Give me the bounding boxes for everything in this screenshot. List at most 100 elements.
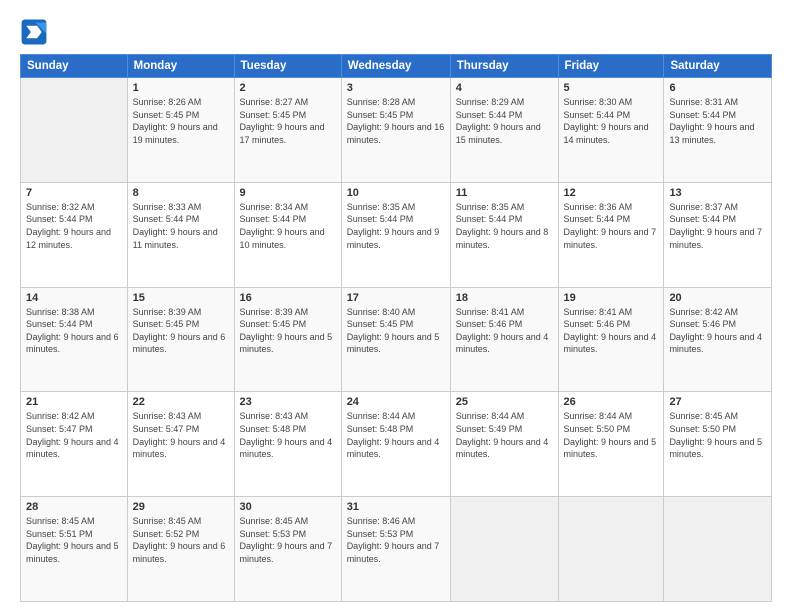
cell-date: 18 [456,292,553,304]
calendar-cell: 1 Sunrise: 8:26 AMSunset: 5:45 PMDayligh… [127,78,234,183]
calendar-cell: 14 Sunrise: 8:38 AMSunset: 5:44 PMDaylig… [21,287,128,392]
cell-info: Sunrise: 8:29 AMSunset: 5:44 PMDaylight:… [456,96,553,146]
page-header [20,18,772,46]
calendar-cell: 22 Sunrise: 8:43 AMSunset: 5:47 PMDaylig… [127,392,234,497]
cell-date: 10 [347,187,445,199]
logo-icon [20,18,48,46]
calendar-cell: 20 Sunrise: 8:42 AMSunset: 5:46 PMDaylig… [664,287,772,392]
weekday-header-sunday: Sunday [21,55,128,78]
cell-info: Sunrise: 8:45 AMSunset: 5:52 PMDaylight:… [133,515,229,565]
cell-info: Sunrise: 8:44 AMSunset: 5:48 PMDaylight:… [347,410,445,460]
calendar-cell: 23 Sunrise: 8:43 AMSunset: 5:48 PMDaylig… [234,392,341,497]
calendar-week-2: 7 Sunrise: 8:32 AMSunset: 5:44 PMDayligh… [21,182,772,287]
calendar-cell: 15 Sunrise: 8:39 AMSunset: 5:45 PMDaylig… [127,287,234,392]
cell-info: Sunrise: 8:46 AMSunset: 5:53 PMDaylight:… [347,515,445,565]
cell-date: 5 [564,82,659,94]
cell-info: Sunrise: 8:45 AMSunset: 5:51 PMDaylight:… [26,515,122,565]
calendar-cell: 25 Sunrise: 8:44 AMSunset: 5:49 PMDaylig… [450,392,558,497]
cell-info: Sunrise: 8:43 AMSunset: 5:48 PMDaylight:… [240,410,336,460]
cell-date: 22 [133,396,229,408]
calendar-cell: 4 Sunrise: 8:29 AMSunset: 5:44 PMDayligh… [450,78,558,183]
cell-info: Sunrise: 8:44 AMSunset: 5:49 PMDaylight:… [456,410,553,460]
cell-date: 2 [240,82,336,94]
cell-info: Sunrise: 8:43 AMSunset: 5:47 PMDaylight:… [133,410,229,460]
weekday-header-tuesday: Tuesday [234,55,341,78]
calendar-cell: 7 Sunrise: 8:32 AMSunset: 5:44 PMDayligh… [21,182,128,287]
cell-date: 26 [564,396,659,408]
cell-info: Sunrise: 8:33 AMSunset: 5:44 PMDaylight:… [133,201,229,251]
calendar-cell: 19 Sunrise: 8:41 AMSunset: 5:46 PMDaylig… [558,287,664,392]
weekday-header-saturday: Saturday [664,55,772,78]
calendar-cell: 11 Sunrise: 8:35 AMSunset: 5:44 PMDaylig… [450,182,558,287]
cell-date: 13 [669,187,766,199]
calendar-cell: 17 Sunrise: 8:40 AMSunset: 5:45 PMDaylig… [341,287,450,392]
calendar-cell: 29 Sunrise: 8:45 AMSunset: 5:52 PMDaylig… [127,497,234,602]
cell-date: 8 [133,187,229,199]
cell-info: Sunrise: 8:26 AMSunset: 5:45 PMDaylight:… [133,96,229,146]
calendar-week-1: 1 Sunrise: 8:26 AMSunset: 5:45 PMDayligh… [21,78,772,183]
calendar-cell: 5 Sunrise: 8:30 AMSunset: 5:44 PMDayligh… [558,78,664,183]
cell-date: 31 [347,501,445,513]
cell-date: 17 [347,292,445,304]
cell-info: Sunrise: 8:39 AMSunset: 5:45 PMDaylight:… [240,306,336,356]
cell-date: 3 [347,82,445,94]
cell-date: 7 [26,187,122,199]
calendar-week-3: 14 Sunrise: 8:38 AMSunset: 5:44 PMDaylig… [21,287,772,392]
calendar-cell: 3 Sunrise: 8:28 AMSunset: 5:45 PMDayligh… [341,78,450,183]
cell-date: 27 [669,396,766,408]
cell-date: 6 [669,82,766,94]
cell-date: 15 [133,292,229,304]
calendar-cell [664,497,772,602]
cell-info: Sunrise: 8:38 AMSunset: 5:44 PMDaylight:… [26,306,122,356]
cell-info: Sunrise: 8:37 AMSunset: 5:44 PMDaylight:… [669,201,766,251]
weekday-header-monday: Monday [127,55,234,78]
cell-date: 25 [456,396,553,408]
calendar-cell: 2 Sunrise: 8:27 AMSunset: 5:45 PMDayligh… [234,78,341,183]
cell-info: Sunrise: 8:35 AMSunset: 5:44 PMDaylight:… [456,201,553,251]
cell-date: 23 [240,396,336,408]
cell-info: Sunrise: 8:45 AMSunset: 5:50 PMDaylight:… [669,410,766,460]
cell-info: Sunrise: 8:42 AMSunset: 5:47 PMDaylight:… [26,410,122,460]
calendar-cell [21,78,128,183]
weekday-header-thursday: Thursday [450,55,558,78]
weekday-header-row: SundayMondayTuesdayWednesdayThursdayFrid… [21,55,772,78]
cell-date: 9 [240,187,336,199]
cell-info: Sunrise: 8:31 AMSunset: 5:44 PMDaylight:… [669,96,766,146]
cell-date: 24 [347,396,445,408]
cell-info: Sunrise: 8:39 AMSunset: 5:45 PMDaylight:… [133,306,229,356]
cell-info: Sunrise: 8:28 AMSunset: 5:45 PMDaylight:… [347,96,445,146]
cell-info: Sunrise: 8:40 AMSunset: 5:45 PMDaylight:… [347,306,445,356]
cell-info: Sunrise: 8:41 AMSunset: 5:46 PMDaylight:… [456,306,553,356]
calendar-cell: 24 Sunrise: 8:44 AMSunset: 5:48 PMDaylig… [341,392,450,497]
cell-info: Sunrise: 8:45 AMSunset: 5:53 PMDaylight:… [240,515,336,565]
cell-date: 21 [26,396,122,408]
cell-date: 16 [240,292,336,304]
calendar-cell: 12 Sunrise: 8:36 AMSunset: 5:44 PMDaylig… [558,182,664,287]
cell-info: Sunrise: 8:41 AMSunset: 5:46 PMDaylight:… [564,306,659,356]
calendar-cell: 31 Sunrise: 8:46 AMSunset: 5:53 PMDaylig… [341,497,450,602]
cell-date: 28 [26,501,122,513]
calendar-cell [558,497,664,602]
cell-info: Sunrise: 8:42 AMSunset: 5:46 PMDaylight:… [669,306,766,356]
calendar-cell: 10 Sunrise: 8:35 AMSunset: 5:44 PMDaylig… [341,182,450,287]
calendar-cell: 27 Sunrise: 8:45 AMSunset: 5:50 PMDaylig… [664,392,772,497]
cell-info: Sunrise: 8:27 AMSunset: 5:45 PMDaylight:… [240,96,336,146]
calendar-cell: 30 Sunrise: 8:45 AMSunset: 5:53 PMDaylig… [234,497,341,602]
cell-date: 19 [564,292,659,304]
cell-date: 12 [564,187,659,199]
calendar-table: SundayMondayTuesdayWednesdayThursdayFrid… [20,54,772,602]
calendar-cell: 26 Sunrise: 8:44 AMSunset: 5:50 PMDaylig… [558,392,664,497]
cell-info: Sunrise: 8:35 AMSunset: 5:44 PMDaylight:… [347,201,445,251]
calendar-week-4: 21 Sunrise: 8:42 AMSunset: 5:47 PMDaylig… [21,392,772,497]
calendar-cell [450,497,558,602]
cell-date: 30 [240,501,336,513]
cell-info: Sunrise: 8:36 AMSunset: 5:44 PMDaylight:… [564,201,659,251]
cell-info: Sunrise: 8:32 AMSunset: 5:44 PMDaylight:… [26,201,122,251]
calendar-cell: 6 Sunrise: 8:31 AMSunset: 5:44 PMDayligh… [664,78,772,183]
cell-date: 4 [456,82,553,94]
calendar-cell: 9 Sunrise: 8:34 AMSunset: 5:44 PMDayligh… [234,182,341,287]
calendar-week-5: 28 Sunrise: 8:45 AMSunset: 5:51 PMDaylig… [21,497,772,602]
weekday-header-wednesday: Wednesday [341,55,450,78]
calendar-cell: 13 Sunrise: 8:37 AMSunset: 5:44 PMDaylig… [664,182,772,287]
calendar-cell: 21 Sunrise: 8:42 AMSunset: 5:47 PMDaylig… [21,392,128,497]
